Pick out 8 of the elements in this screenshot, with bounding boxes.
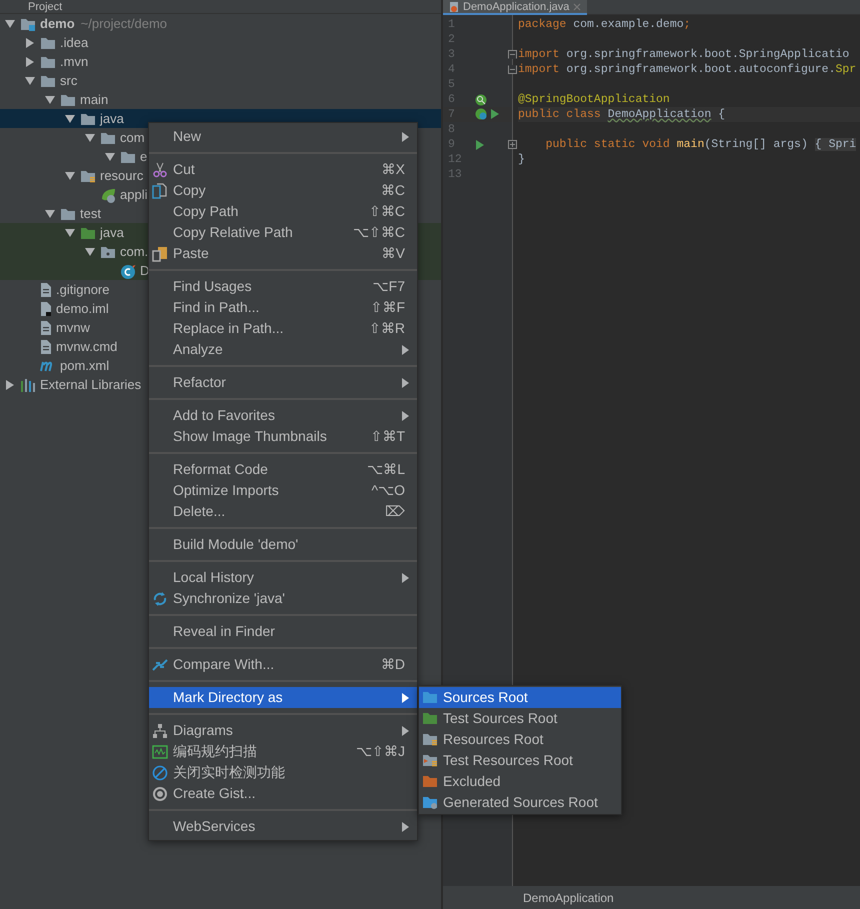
panel-title: Project (28, 0, 62, 12)
code-line: import org.springframework.boot.autoconfigure.Spr (518, 62, 858, 77)
code-line: public static void main(String[] args) { Spri (544, 137, 858, 152)
code-line: import org.springframework.boot.SpringApplicatio (518, 47, 850, 62)
code-line: @SpringBootApplication (518, 92, 671, 107)
code-line: package com.example.demo; (518, 17, 692, 32)
code-line: } (518, 152, 526, 167)
navigation-bar-text: DemoApplication (523, 890, 614, 906)
